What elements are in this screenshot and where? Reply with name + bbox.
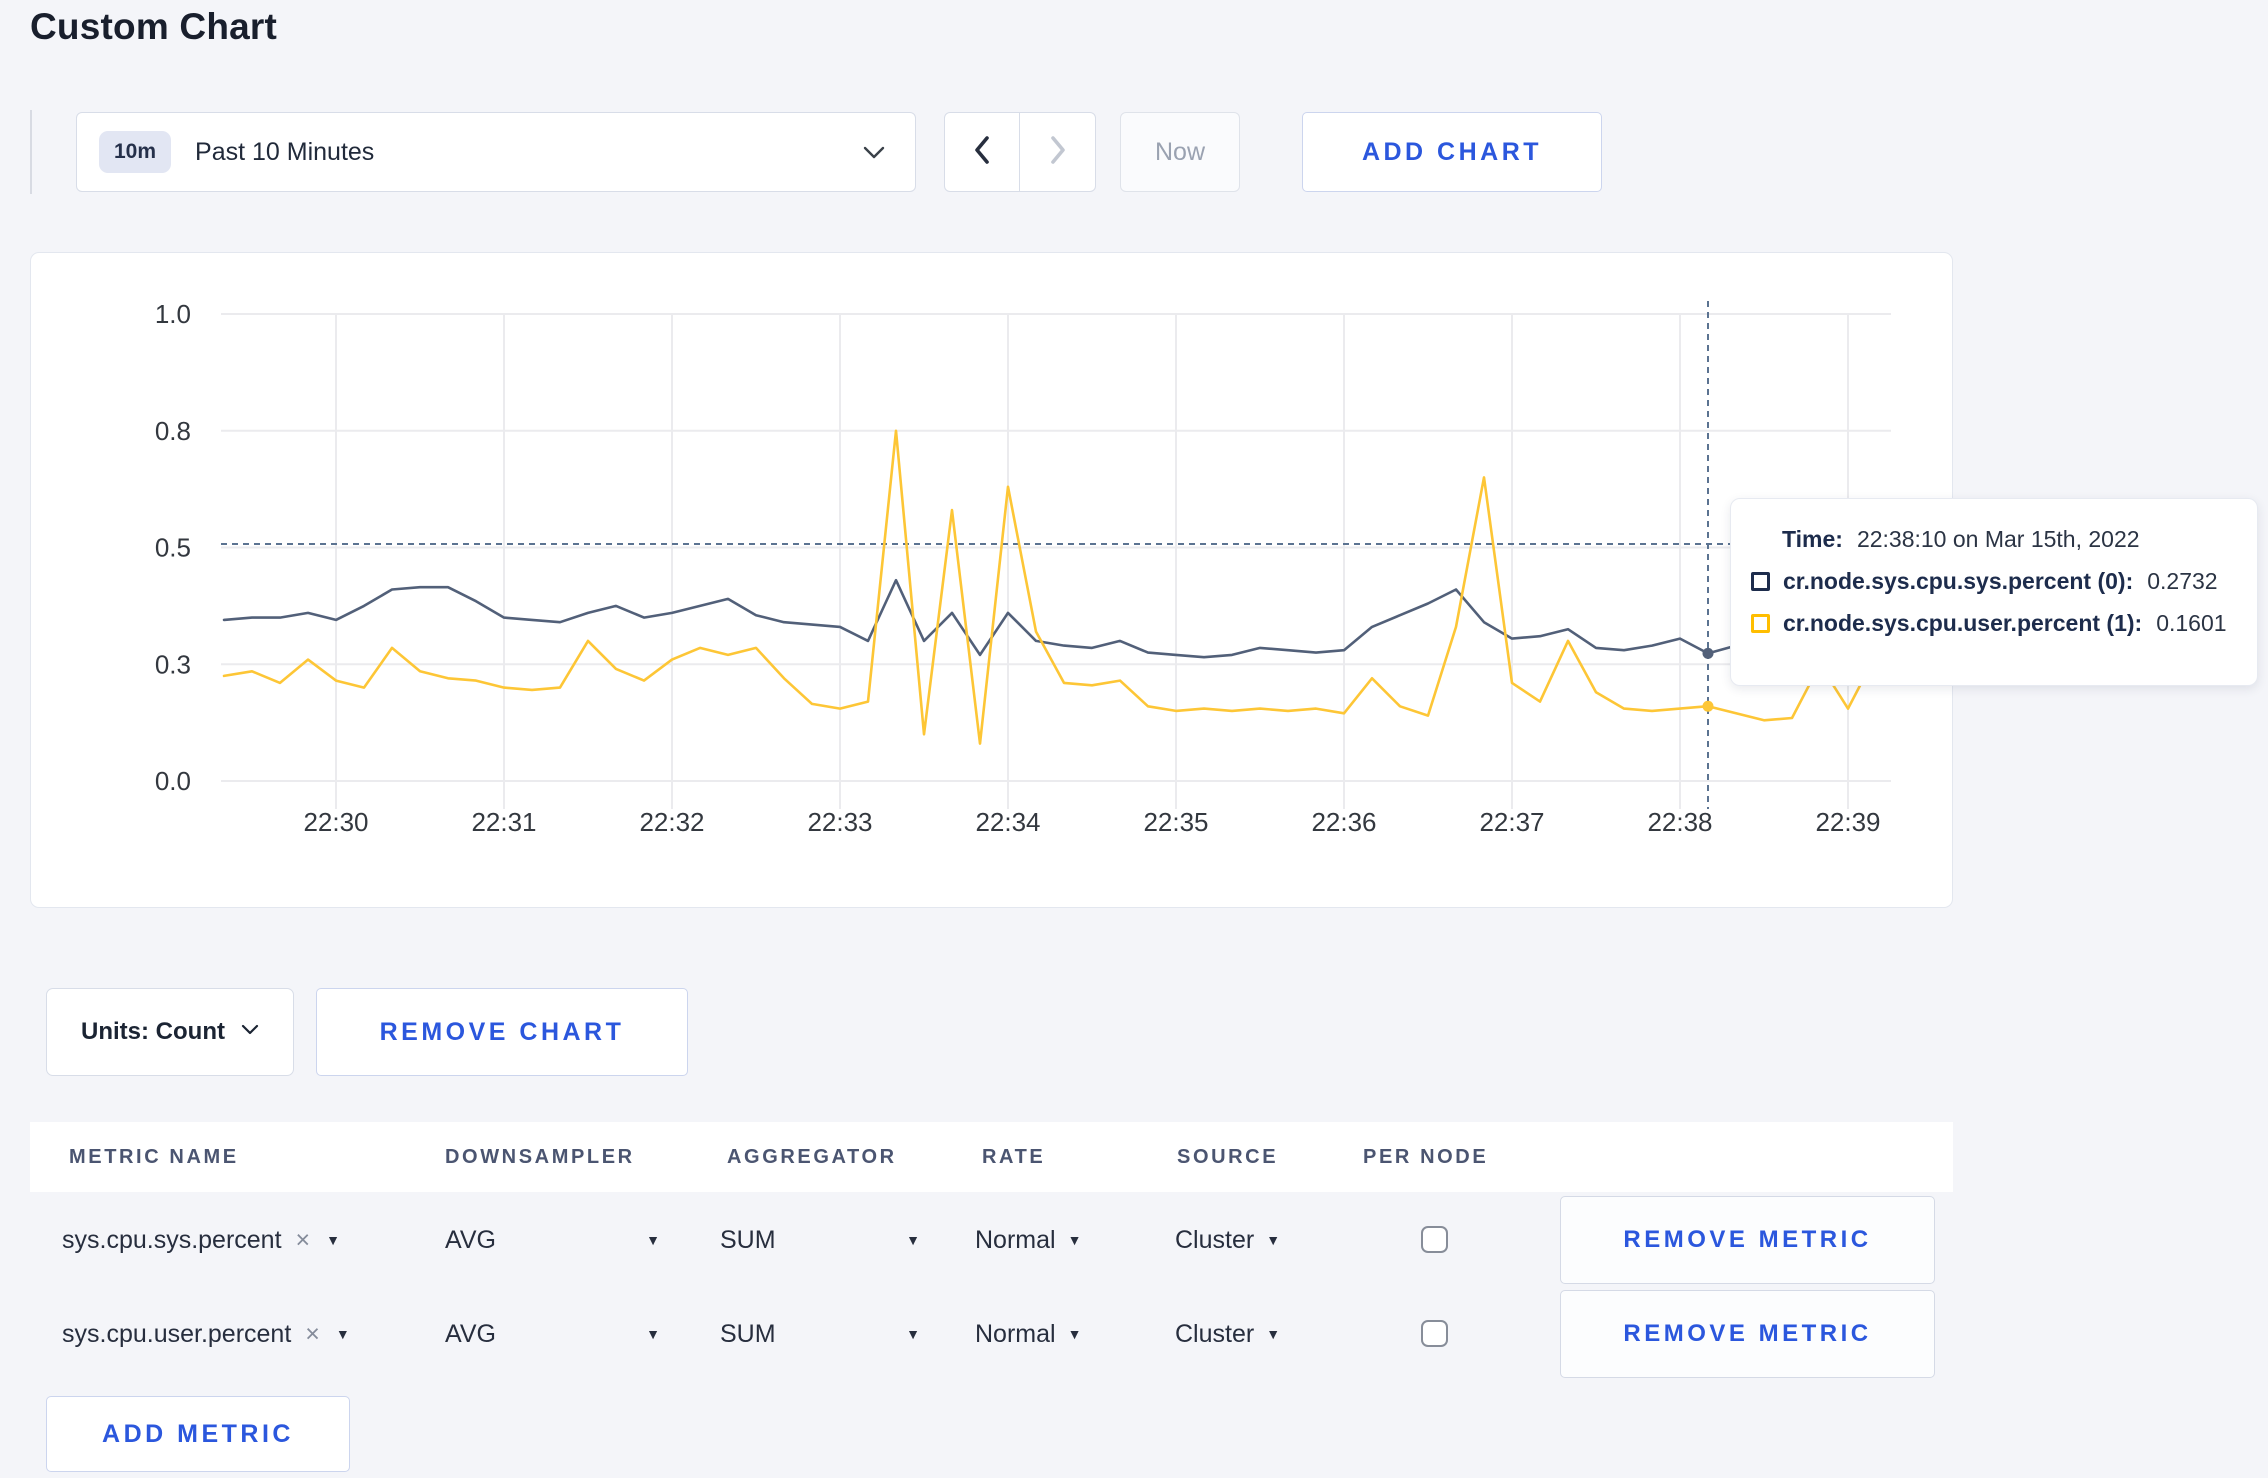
tooltip-sys-metric-value: 0.2732 bbox=[2147, 568, 2218, 594]
chevron-left-icon bbox=[971, 134, 993, 171]
page-title: Custom Chart bbox=[30, 6, 278, 47]
aggregator-value: SUM bbox=[720, 1225, 776, 1254]
custom-chart-page: Custom Chart 10m Past 10 Minutes Now ADD… bbox=[0, 0, 2268, 1478]
chevron-down-icon bbox=[241, 1023, 259, 1041]
svg-text:22:33: 22:33 bbox=[807, 807, 872, 837]
chevron-right-icon bbox=[1047, 134, 1069, 171]
remove-metric-button[interactable]: REMOVE METRIC bbox=[1560, 1290, 1935, 1378]
downsampler-value: AVG bbox=[445, 1319, 496, 1348]
source-value: Cluster bbox=[1175, 1319, 1255, 1348]
svg-text:22:36: 22:36 bbox=[1311, 807, 1376, 837]
metric-row-user: sys.cpu.user.percent × ▼ AVG ▼ SUM ▼ Nor… bbox=[30, 1287, 1953, 1381]
downsampler-select[interactable]: AVG ▼ bbox=[445, 1287, 660, 1381]
dropdown-caret-icon: ▼ bbox=[646, 1326, 660, 1342]
dropdown-caret-icon: ▼ bbox=[1067, 1232, 1082, 1248]
downsampler-value: AVG bbox=[445, 1225, 496, 1254]
per-node-checkbox[interactable] bbox=[1421, 1320, 1448, 1347]
clear-metric-icon[interactable]: × bbox=[305, 1320, 320, 1349]
timeseries-chart[interactable]: 0.0 0.3 0.5 0.8 1.0 22:30 22:31 22:32 22:33 22:34… bbox=[31, 253, 1952, 907]
aggregator-select[interactable]: SUM ▼ bbox=[720, 1287, 920, 1381]
next-timespan-button[interactable] bbox=[1020, 113, 1095, 191]
svg-text:0.0: 0.0 bbox=[155, 766, 191, 796]
metrics-table-header: METRIC NAME DOWNSAMPLER AGGREGATOR RATE … bbox=[30, 1122, 1953, 1192]
source-select[interactable]: Cluster ▼ bbox=[1175, 1287, 1280, 1381]
toolbar-divider bbox=[30, 110, 32, 194]
svg-text:22:32: 22:32 bbox=[639, 807, 704, 837]
dropdown-caret-icon: ▼ bbox=[335, 1326, 350, 1342]
remove-metric-button[interactable]: REMOVE METRIC bbox=[1560, 1196, 1935, 1284]
dropdown-caret-icon: ▼ bbox=[906, 1232, 920, 1248]
now-button[interactable]: Now bbox=[1120, 112, 1240, 192]
dropdown-caret-icon: ▼ bbox=[1266, 1232, 1281, 1248]
header-per-node: PER NODE bbox=[1363, 1146, 1489, 1168]
svg-text:22:30: 22:30 bbox=[303, 807, 368, 837]
aggregator-value: SUM bbox=[720, 1319, 776, 1348]
metric-name-value: sys.cpu.sys.percent bbox=[62, 1225, 282, 1254]
dropdown-caret-icon: ▼ bbox=[326, 1232, 340, 1248]
header-downsampler: DOWNSAMPLER bbox=[445, 1146, 635, 1168]
chart-tooltip: Time: 22:38:10 on Mar 15th, 2022 cr.node… bbox=[1730, 498, 2258, 686]
tooltip-user-metric-value: 0.1601 bbox=[2156, 610, 2227, 636]
svg-text:0.8: 0.8 bbox=[155, 416, 191, 446]
svg-text:22:31: 22:31 bbox=[471, 807, 536, 837]
time-range-label: Past 10 Minutes bbox=[195, 137, 375, 166]
chevron-down-icon bbox=[863, 146, 885, 165]
units-label: Units: Count bbox=[81, 1018, 225, 1045]
source-value: Cluster bbox=[1175, 1225, 1255, 1254]
source-select[interactable]: Cluster ▼ bbox=[1175, 1193, 1280, 1287]
dropdown-caret-icon: ▼ bbox=[1067, 1326, 1082, 1342]
add-metric-button[interactable]: ADD METRIC bbox=[46, 1396, 350, 1472]
add-chart-button[interactable]: ADD CHART bbox=[1302, 112, 1602, 192]
per-node-checkbox[interactable] bbox=[1421, 1226, 1448, 1253]
aggregator-select[interactable]: SUM ▼ bbox=[720, 1193, 920, 1287]
svg-text:1.0: 1.0 bbox=[155, 299, 191, 329]
time-pager bbox=[944, 112, 1096, 192]
clear-metric-icon[interactable]: × bbox=[296, 1226, 311, 1255]
header-rate: RATE bbox=[982, 1146, 1046, 1168]
dropdown-caret-icon: ▼ bbox=[1266, 1326, 1281, 1342]
metric-name-select[interactable]: sys.cpu.user.percent × ▼ bbox=[62, 1287, 350, 1381]
metric-row-sys: sys.cpu.sys.percent × ▼ AVG ▼ SUM ▼ Norm… bbox=[30, 1193, 1953, 1287]
time-range-select[interactable]: 10m Past 10 Minutes bbox=[76, 112, 916, 192]
tooltip-sys-metric-name: cr.node.sys.cpu.sys.percent (0): bbox=[1783, 568, 2134, 594]
rate-value: Normal bbox=[975, 1319, 1056, 1348]
tooltip-time-label: Time: bbox=[1782, 526, 1843, 552]
sys-series-swatch-icon bbox=[1751, 572, 1770, 591]
svg-text:22:37: 22:37 bbox=[1479, 807, 1544, 837]
dropdown-caret-icon: ▼ bbox=[906, 1326, 920, 1342]
svg-text:22:39: 22:39 bbox=[1815, 807, 1880, 837]
user-series-swatch-icon bbox=[1751, 614, 1770, 633]
units-select[interactable]: Units: Count bbox=[46, 988, 294, 1076]
prev-timespan-button[interactable] bbox=[945, 113, 1020, 191]
header-source: SOURCE bbox=[1177, 1146, 1279, 1168]
dropdown-caret-icon: ▼ bbox=[646, 1232, 660, 1248]
metric-name-select[interactable]: sys.cpu.sys.percent × ▼ bbox=[62, 1193, 340, 1287]
tooltip-user-metric-name: cr.node.sys.cpu.user.percent (1): bbox=[1783, 610, 2143, 636]
svg-text:0.3: 0.3 bbox=[155, 649, 191, 679]
header-aggregator: AGGREGATOR bbox=[727, 1146, 897, 1168]
rate-select[interactable]: Normal ▼ bbox=[975, 1287, 1081, 1381]
downsampler-select[interactable]: AVG ▼ bbox=[445, 1193, 660, 1287]
time-range-badge: 10m bbox=[99, 131, 172, 173]
svg-text:22:34: 22:34 bbox=[975, 807, 1040, 837]
rate-select[interactable]: Normal ▼ bbox=[975, 1193, 1081, 1287]
svg-text:22:35: 22:35 bbox=[1143, 807, 1208, 837]
header-metric-name: METRIC NAME bbox=[69, 1146, 239, 1168]
rate-value: Normal bbox=[975, 1225, 1056, 1254]
svg-text:22:38: 22:38 bbox=[1647, 807, 1712, 837]
metric-name-value: sys.cpu.user.percent bbox=[62, 1319, 292, 1348]
remove-chart-button[interactable]: REMOVE CHART bbox=[316, 988, 688, 1076]
tooltip-time-value: 22:38:10 on Mar 15th, 2022 bbox=[1856, 526, 2140, 552]
svg-text:0.5: 0.5 bbox=[155, 533, 191, 563]
chart-card[interactable]: 0.0 0.3 0.5 0.8 1.0 22:30 22:31 22:32 22:33 22:34… bbox=[30, 252, 1953, 908]
